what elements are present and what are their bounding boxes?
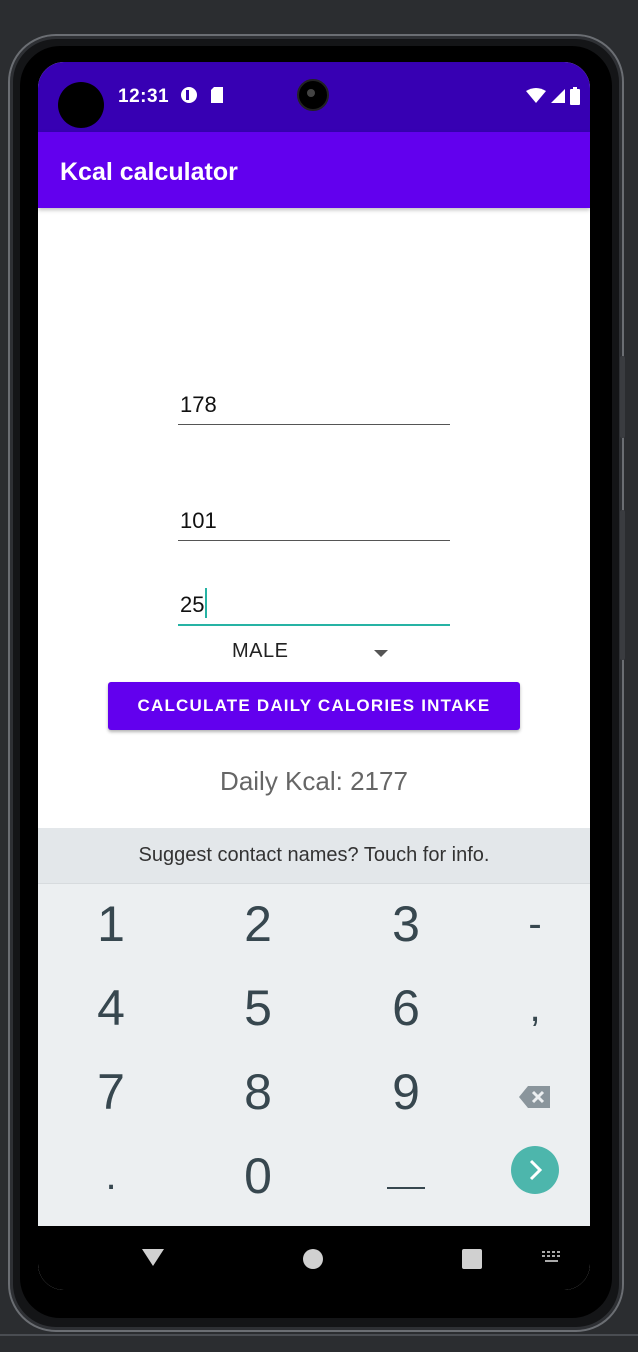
divider xyxy=(0,1334,638,1336)
sdcard-icon xyxy=(210,86,224,109)
key-2[interactable]: 2 xyxy=(198,884,318,964)
age-field[interactable]: 25 xyxy=(178,588,450,626)
daily-kcal-result: Daily Kcal: 2177 xyxy=(220,766,408,796)
recents-icon[interactable] xyxy=(462,1249,482,1269)
key-4[interactable]: 4 xyxy=(51,968,171,1048)
key-8[interactable]: 8 xyxy=(198,1052,318,1132)
power-button xyxy=(620,510,625,660)
emulator-stage: 12:31 Kcal calculator 178 101 25 MALE CA… xyxy=(0,0,638,1352)
volume-button xyxy=(620,356,625,438)
front-camera-center xyxy=(297,79,329,111)
space-icon xyxy=(387,1147,425,1205)
battery-icon xyxy=(570,87,580,110)
weight-field[interactable]: 101 xyxy=(178,508,450,541)
text-cursor xyxy=(205,588,208,618)
status-time: 12:31 xyxy=(118,86,170,107)
keyboard-suggestion-strip[interactable]: Suggest contact names? Touch for info. xyxy=(38,828,590,884)
weight-field-underline xyxy=(178,540,450,541)
front-camera-left xyxy=(58,82,104,128)
key-1[interactable]: 1 xyxy=(51,884,171,964)
key-3[interactable]: 3 xyxy=(346,884,466,964)
age-input-wrap: 25 xyxy=(178,588,450,618)
gender-spinner[interactable]: MALE xyxy=(232,640,392,672)
backspace-icon xyxy=(518,1063,552,1121)
status-bar: 12:31 xyxy=(38,62,590,132)
key-7[interactable]: 7 xyxy=(51,1052,171,1132)
back-icon[interactable] xyxy=(142,1249,164,1266)
weight-input-value: 101 xyxy=(180,508,217,533)
app-title: Kcal calculator xyxy=(60,158,238,186)
media-icon xyxy=(180,86,198,109)
keyboard-switch-icon[interactable] xyxy=(541,1250,563,1264)
height-field-underline xyxy=(178,424,450,425)
gender-selected-value: MALE xyxy=(232,640,289,662)
height-input-value: 178 xyxy=(180,392,217,417)
key-dot[interactable]: . xyxy=(51,1136,171,1216)
phone-screen: 12:31 Kcal calculator 178 101 25 MALE CA… xyxy=(38,62,590,1290)
navigation-bar xyxy=(38,1226,590,1290)
age-input-value: 25 xyxy=(180,592,205,617)
key-next[interactable] xyxy=(475,1136,590,1216)
calculate-button[interactable]: CALCULATE DAILY CALORIES INTAKE xyxy=(108,682,520,730)
key-9[interactable]: 9 xyxy=(346,1052,466,1132)
height-field[interactable]: 178 xyxy=(178,392,450,425)
wifi-icon xyxy=(526,88,546,109)
age-field-underline xyxy=(178,624,450,626)
home-icon[interactable] xyxy=(303,1249,323,1269)
signal-icon xyxy=(550,88,566,109)
key-minus[interactable]: - xyxy=(475,884,590,964)
key-5[interactable]: 5 xyxy=(198,968,318,1048)
key-6[interactable]: 6 xyxy=(346,968,466,1048)
key-space[interactable] xyxy=(346,1136,466,1216)
key-comma[interactable]: , xyxy=(475,968,590,1048)
app-bar: Kcal calculator xyxy=(38,132,590,208)
dropdown-arrow-icon xyxy=(374,650,388,657)
numeric-keyboard: Suggest contact names? Touch for info. 1… xyxy=(38,828,590,1226)
next-arrow-icon xyxy=(511,1146,559,1206)
key-0[interactable]: 0 xyxy=(198,1136,318,1216)
key-backspace[interactable] xyxy=(475,1052,590,1132)
